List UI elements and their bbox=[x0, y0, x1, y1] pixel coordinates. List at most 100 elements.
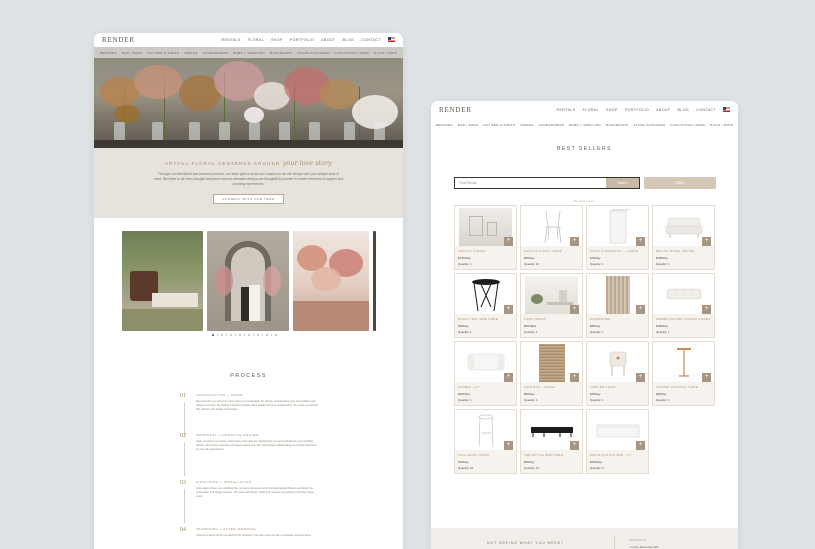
product-card[interactable]: + WHITE ACRYLIC BAR - 8'7" $150/Day Quanti… bbox=[586, 409, 649, 474]
product-card[interactable]: + JUMP ER CHAIR $45/Day Quantity: 1 bbox=[586, 341, 649, 406]
add-to-cart-button[interactable]: + bbox=[636, 373, 645, 382]
nav-about[interactable]: ABOUT bbox=[321, 38, 335, 42]
nav-portfolio[interactable]: PORTFOLIO bbox=[290, 38, 314, 42]
product-card[interactable]: + BELLINI MODEL SETTEE $185/Day Quantity: … bbox=[652, 205, 715, 270]
intro-section: ARTFUL FLORAL CENTERED AROUND your love … bbox=[94, 148, 403, 218]
add-to-cart-button[interactable]: + bbox=[504, 237, 513, 246]
subnav-item[interactable]: BARS + SHELVING bbox=[569, 123, 601, 127]
product-grid: + ACRYLIC CHAIRS $3.50/Day Quantity: 1 + A… bbox=[454, 205, 717, 474]
gallery-photo-couple[interactable] bbox=[207, 231, 289, 331]
connect-button[interactable]: CONNECT WITH OUR TEAM bbox=[213, 194, 284, 204]
subnav-item[interactable]: DAY BED & SOFAS bbox=[483, 123, 515, 127]
add-to-cart-button[interactable]: + bbox=[504, 305, 513, 314]
gallery-photo-table[interactable] bbox=[293, 231, 369, 331]
header: RENDER RENTALS FLORAL SHOP PORTFOLIO ABO… bbox=[94, 33, 403, 47]
subnav-item[interactable]: STAGE PACKAGES bbox=[633, 123, 665, 127]
product-quantity: Quantity: 1 bbox=[458, 262, 472, 266]
add-to-cart-button[interactable]: + bbox=[570, 237, 579, 246]
product-card[interactable]: + DAYBED - 6'7" $300/Day Quantity: 1 bbox=[454, 341, 517, 406]
subnav-item[interactable]: RUGS / PADS bbox=[374, 51, 397, 55]
nav-shop[interactable]: SHOP bbox=[606, 108, 618, 112]
add-to-cart-button[interactable]: + bbox=[504, 373, 513, 382]
us-flag-icon[interactable] bbox=[723, 107, 730, 112]
product-card[interactable]: + ACRYLIC PEDESTAL — LARGE $75/Day Quantit… bbox=[586, 205, 649, 270]
subnav-item[interactable]: BARS + SHELVING bbox=[233, 51, 265, 55]
sub-nav: BENCHES BAR / BARS DAY BED & SOFAS TABLE… bbox=[431, 119, 738, 130]
product-name: DAYBED - 6'7" bbox=[458, 385, 481, 389]
subnav-item[interactable]: ACCESSORIES bbox=[539, 123, 565, 127]
filters-button[interactable]: Filters bbox=[644, 177, 716, 189]
product-card[interactable]: + CARPENTER $85/Day Quantity: 1 bbox=[586, 273, 649, 338]
add-to-cart-button[interactable]: + bbox=[636, 305, 645, 314]
step-body: We work with you and your event team to … bbox=[196, 400, 318, 411]
product-card[interactable]: + BLACK TRAY SIDE TABLE $25/Day Quantity: … bbox=[454, 273, 517, 338]
product-name: ACRYLIC CHAIRS bbox=[458, 249, 486, 253]
product-quantity: Quantity: 1 bbox=[524, 330, 538, 334]
homepage-window: RENDER RENTALS FLORAL SHOP PORTFOLIO ABO… bbox=[94, 33, 403, 549]
add-to-cart-button[interactable]: + bbox=[702, 305, 711, 314]
step-number: 02 bbox=[180, 433, 186, 439]
carousel-dots[interactable] bbox=[212, 334, 277, 336]
add-to-cart-button[interactable]: + bbox=[570, 305, 579, 314]
add-to-cart-button[interactable]: + bbox=[570, 373, 579, 382]
product-quantity: Quantity: 1 bbox=[458, 398, 472, 402]
subnav-item[interactable]: DAY BED & SOFAS bbox=[147, 51, 179, 55]
nav-rentals[interactable]: RENTALS bbox=[222, 38, 241, 42]
product-card[interactable]: + JUTE RUG - LARGE $80/Day Quantity: 1 bbox=[520, 341, 583, 406]
add-to-cart-button[interactable]: + bbox=[636, 441, 645, 450]
subnav-item[interactable]: BAR / BARS bbox=[122, 51, 142, 55]
add-to-cart-button[interactable]: + bbox=[636, 237, 645, 246]
subnav-item[interactable]: BENCHES bbox=[100, 51, 117, 55]
product-quantity: Quantity: 1 bbox=[656, 398, 670, 402]
nav-blog[interactable]: BLOG bbox=[678, 108, 690, 112]
product-quantity: Quantity: 1 bbox=[590, 330, 604, 334]
search-button[interactable]: Search bbox=[606, 178, 639, 188]
product-name: TEN BOTTLE BAR TABLE bbox=[524, 453, 564, 457]
product-card[interactable]: + CREME QUILTED LOUNGE PIECES $185/Day Qua… bbox=[652, 273, 715, 338]
subnav-item[interactable]: ACCESSORIES bbox=[203, 51, 229, 55]
product-quantity: Quantity: 1 bbox=[656, 330, 670, 334]
subnav-item[interactable]: BACKDROPS bbox=[270, 51, 292, 55]
product-quantity: Quantity: 10 bbox=[524, 466, 540, 470]
product-card[interactable]: + COPPER COCKTAIL TABLE $45/Day Quantity: … bbox=[652, 341, 715, 406]
product-name: CREME QUILTED LOUNGE PIECES bbox=[656, 317, 711, 321]
product-card[interactable]: + ACRYLIC CHAIRS $3.50/Day Quantity: 1 bbox=[454, 205, 517, 270]
nav-about[interactable]: ABOUT bbox=[656, 108, 670, 112]
add-to-cart-button[interactable]: + bbox=[504, 441, 513, 450]
product-card[interactable]: + CAFE TABLES $65/Table Quantity: 1 bbox=[520, 273, 583, 338]
logo[interactable]: RENDER bbox=[439, 106, 472, 114]
add-to-cart-button[interactable]: + bbox=[702, 237, 711, 246]
product-card[interactable]: + TALL GHOST STOOL $15/Day Quantity: 10 bbox=[454, 409, 517, 474]
subnav-item[interactable]: TABLES bbox=[184, 51, 197, 55]
best-sellers-title: BEST SELLERS bbox=[557, 146, 612, 152]
nav-portfolio[interactable]: PORTFOLIO bbox=[625, 108, 649, 112]
gallery-photo-garden[interactable] bbox=[122, 231, 203, 331]
subnav-item[interactable]: FUNCTIONAL ITEMS bbox=[334, 51, 369, 55]
product-price: $150/Day bbox=[590, 460, 602, 464]
subnav-item[interactable]: RUGS / PADS bbox=[710, 123, 733, 127]
product-card[interactable]: + TEN BOTTLE BAR TABLE $95/Day Quantity: 1… bbox=[520, 409, 583, 474]
nav-floral[interactable]: FLORAL bbox=[248, 38, 264, 42]
us-flag-icon[interactable] bbox=[388, 37, 395, 42]
subnav-item[interactable]: BACKDROPS bbox=[606, 123, 628, 127]
subnav-item[interactable]: BENCHES bbox=[436, 123, 453, 127]
footer-title: NOT SEEING WHAT YOU NEED? bbox=[487, 541, 564, 545]
nav-shop[interactable]: SHOP bbox=[271, 38, 283, 42]
product-name: JUMP ER CHAIR bbox=[590, 385, 616, 389]
subnav-item[interactable]: FUNCTIONAL ITEMS bbox=[670, 123, 705, 127]
nav-blog[interactable]: BLOG bbox=[343, 38, 355, 42]
subnav-item[interactable]: STAGE PACKAGES bbox=[297, 51, 329, 55]
nav-rentals[interactable]: RENTALS bbox=[557, 108, 576, 112]
nav-contact[interactable]: CONTACT bbox=[696, 108, 716, 112]
product-card[interactable]: + ACRYLIC GHOST TABLE $95/Day Quantity: 10 bbox=[520, 205, 583, 270]
nav-contact[interactable]: CONTACT bbox=[361, 38, 381, 42]
product-name: BELLINI MODEL SETTEE bbox=[656, 249, 695, 253]
subnav-item[interactable]: BAR / BARS bbox=[458, 123, 478, 127]
add-to-cart-button[interactable]: + bbox=[702, 373, 711, 382]
nav-floral[interactable]: FLORAL bbox=[583, 108, 599, 112]
add-to-cart-button[interactable]: + bbox=[570, 441, 579, 450]
footer-cta: NOT SEEING WHAT YOU NEED? RENTALS Luxury… bbox=[431, 528, 738, 549]
logo[interactable]: RENDER bbox=[102, 36, 135, 44]
subnav-item[interactable]: TABLES bbox=[520, 123, 533, 127]
footer-right-link[interactable]: Luxury Event Rentals bbox=[630, 545, 659, 549]
